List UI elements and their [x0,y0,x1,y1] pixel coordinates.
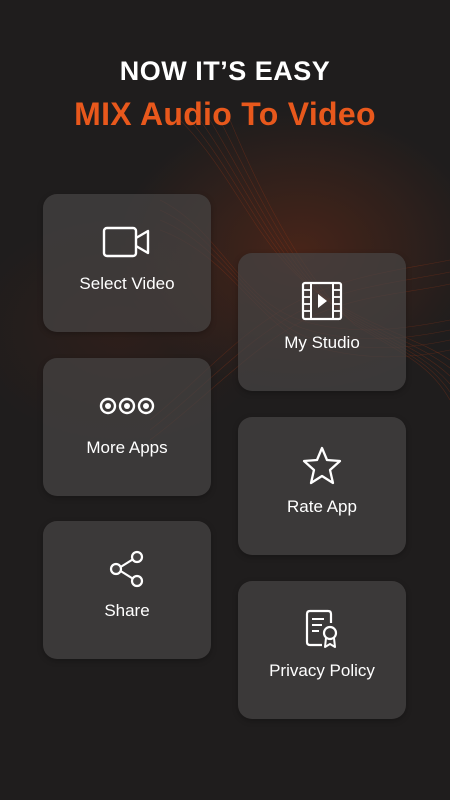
star-icon [238,445,406,485]
share-icon [43,549,211,589]
share-label: Share [104,601,150,620]
share-button[interactable]: Share [43,521,211,659]
privacy-policy-label: Privacy Policy [269,661,375,680]
more-apps-label: More Apps [86,438,168,457]
select-video-label: Select Video [79,274,175,293]
privacy-policy-button[interactable]: Privacy Policy [238,581,406,719]
more-apps-button[interactable]: More Apps [43,358,211,496]
my-studio-label: My Studio [284,333,360,352]
three-dots-icon [43,386,211,426]
headline-line2: MIX Audio To Video [74,96,376,132]
certificate-document-icon [238,609,406,649]
rate-app-button[interactable]: Rate App [238,417,406,555]
my-studio-button[interactable]: My Studio [238,253,406,391]
film-play-icon [238,281,406,321]
rate-app-label: Rate App [287,497,357,516]
video-camera-icon [43,222,211,262]
headline-line1: NOW IT’S EASY [119,56,331,86]
select-video-button[interactable]: Select Video [43,194,211,332]
headline: NOW IT’S EASY MIX Audio To Video [0,55,450,133]
